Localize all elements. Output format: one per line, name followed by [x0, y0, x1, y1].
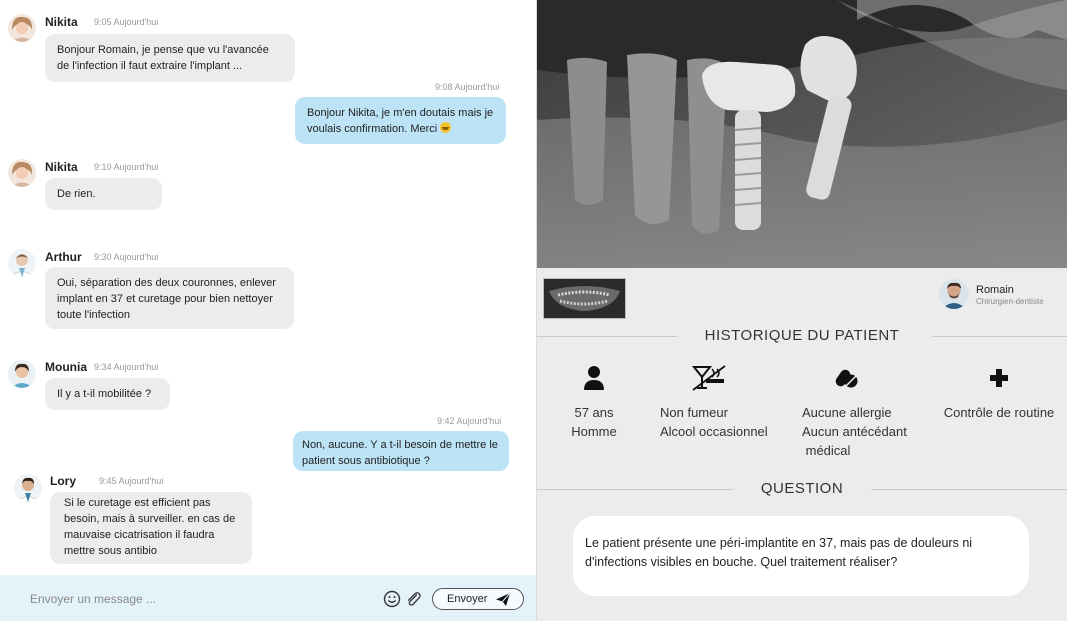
patient-panel: Romain Chirurgien-dentiste HISTORIQUE DU… — [537, 0, 1067, 621]
message-bubble: Il y a t-il mobilitée ? — [45, 378, 170, 410]
patient-demographics: 57 ans Homme — [561, 365, 627, 441]
info-line: Aucune allergie — [802, 405, 892, 420]
message-time: 9:10 Aujourd'hui — [94, 162, 159, 172]
sender-name: Arthur — [45, 250, 82, 264]
consultation-reason: Contrôle de routine — [939, 365, 1059, 422]
no-smoking-alcohol-icon — [692, 365, 726, 391]
chat-panel: Nikita 9:05 Aujourd'hui Bonjour Romain, … — [0, 0, 536, 621]
avatar-lory — [14, 474, 42, 502]
message-time: 9:05 Aujourd'hui — [94, 17, 159, 27]
message-input[interactable] — [28, 587, 362, 611]
message-time: 9:42 Aujourd'hui — [437, 416, 502, 426]
message-bubble: Bonjour Nikita, je m'en doutais mais je … — [295, 97, 506, 144]
pills-icon — [835, 369, 858, 388]
message-text: Bonjour Nikita, je m'en doutais mais je … — [307, 107, 494, 135]
message-bubble: Bonjour Romain, je pense que vu l'avancé… — [45, 34, 295, 82]
message-bubble: Non, aucune. Y a t-il besoin de mettre l… — [293, 431, 509, 471]
sender-name: Nikita — [45, 160, 78, 174]
section-divider — [932, 336, 1067, 337]
grinning-emoji-icon — [440, 122, 452, 133]
patient-medical: Aucune allergie Aucun antécédant médical — [802, 365, 927, 460]
paper-plane-icon — [496, 592, 511, 606]
message-composer: Envoyer — [0, 575, 536, 621]
question-text: Le patient présente une péri-implantite … — [585, 536, 973, 569]
avatar-nikita — [8, 14, 36, 42]
smiley-icon[interactable] — [383, 590, 401, 608]
doctor-name: Romain — [976, 284, 1014, 296]
message-bubble: Si le curetage est efficient pas besoin,… — [50, 492, 252, 564]
message-time: 9:30 Aujourd'hui — [94, 252, 159, 262]
sender-name: Nikita — [45, 15, 78, 29]
avatar-mounia — [8, 360, 36, 388]
info-line: Alcool occasionnel — [660, 424, 768, 439]
panoramic-xray-thumbnail[interactable] — [543, 278, 626, 319]
question-card: Le patient présente une péri-implantite … — [573, 516, 1029, 596]
message-time: 9:08 Aujourd'hui — [435, 82, 500, 92]
info-line: 57 ans — [574, 405, 614, 420]
person-icon — [584, 366, 604, 390]
message-time: 9:34 Aujourd'hui — [94, 362, 159, 372]
send-button[interactable]: Envoyer — [432, 588, 524, 610]
medical-cross-icon — [990, 369, 1008, 387]
message-bubble: Oui, séparation des deux couronnes, enle… — [45, 267, 294, 329]
avatar-arthur — [8, 249, 36, 277]
info-line: Non fumeur — [660, 405, 728, 420]
info-line: médical — [802, 443, 851, 458]
info-line: Contrôle de routine — [943, 405, 1055, 420]
send-button-label: Envoyer — [447, 593, 488, 605]
avatar-romain — [939, 279, 969, 309]
message-time: 9:45 Aujourd'hui — [99, 476, 164, 486]
patient-habits: Non fumeur Alcool occasionnel — [660, 365, 780, 441]
info-line: Homme — [571, 424, 617, 439]
avatar-nikita — [8, 159, 36, 187]
paperclip-icon[interactable] — [404, 590, 422, 608]
info-line: Aucun antécédant — [802, 424, 907, 439]
message-bubble: De rien. — [45, 178, 162, 210]
sender-name: Mounia — [45, 360, 87, 374]
xray-image[interactable] — [537, 0, 1067, 268]
doctor-role: Chirurgien-dentiste — [976, 297, 1044, 306]
section-divider — [871, 489, 1067, 490]
sender-name: Lory — [50, 474, 77, 488]
